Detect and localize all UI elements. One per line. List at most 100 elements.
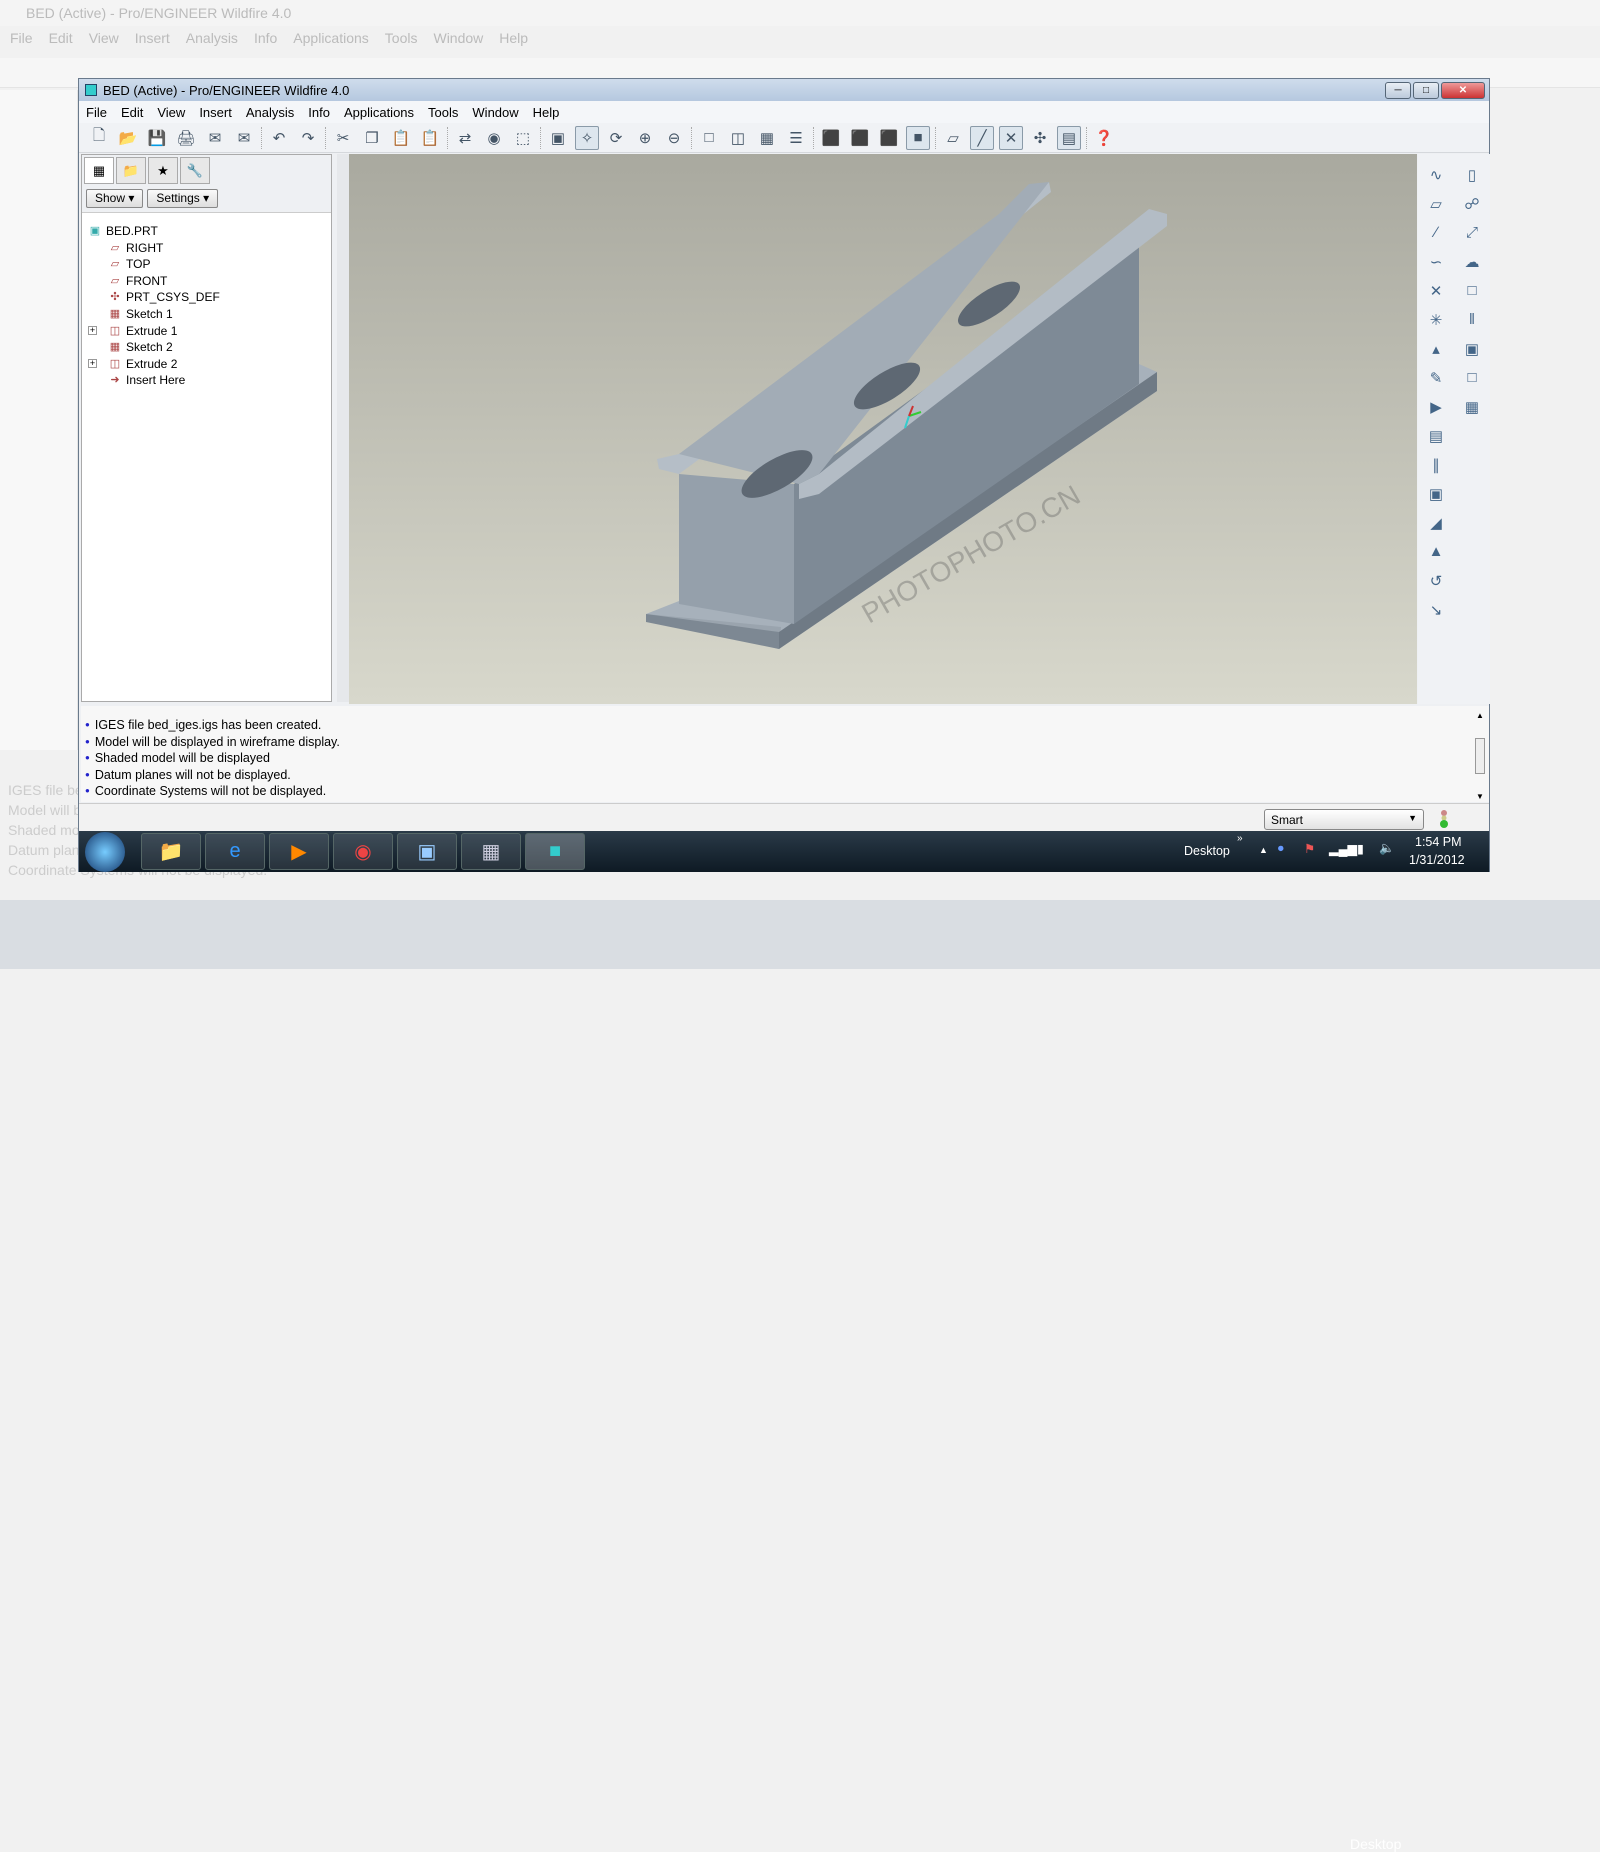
round-icon[interactable]: ↺ xyxy=(1418,566,1454,595)
coord-systems-icon[interactable]: ✣ xyxy=(1028,126,1052,150)
graphics-area[interactable]: PHOTOPHOTO.CN xyxy=(349,154,1417,704)
minimize-button[interactable]: ─ xyxy=(1385,81,1411,99)
show-button[interactable]: Show ▾ xyxy=(86,189,144,208)
annotation-icon[interactable]: ▶ xyxy=(1418,392,1454,421)
merge-icon[interactable]: ▣ xyxy=(1454,334,1490,363)
analysis-icon[interactable]: ✳ xyxy=(1418,305,1454,334)
annotations-icon[interactable]: ▤ xyxy=(1057,125,1081,150)
repaint-icon[interactable]: ▣ xyxy=(546,126,570,150)
media-player-taskbar-button[interactable]: ▶ xyxy=(269,833,329,870)
tree-item-sketch-1[interactable]: ▦ Sketch 1 xyxy=(88,306,331,323)
connections-tab[interactable]: 🔧 xyxy=(180,157,210,184)
trim-icon[interactable]: □ xyxy=(1454,276,1490,305)
tree-item-sketch-2[interactable]: ▦ Sketch 2 xyxy=(88,339,331,356)
tree-item-insert-here[interactable]: ➜ Insert Here xyxy=(88,372,331,389)
tray-expand-icon[interactable]: ▲ xyxy=(1259,845,1268,855)
explorer-taskbar-button[interactable]: 📁 xyxy=(141,833,201,870)
menu-applications[interactable]: Applications xyxy=(344,105,414,120)
chamfer-icon[interactable]: ↘ xyxy=(1418,595,1454,624)
menu-view[interactable]: View xyxy=(157,105,185,120)
email-icon[interactable]: ✉ xyxy=(203,126,227,150)
chrome-taskbar-button[interactable]: ◉ xyxy=(333,833,393,870)
calculator-taskbar-button[interactable]: ▦ xyxy=(461,833,521,870)
csys-icon[interactable]: ✕ xyxy=(1418,276,1454,305)
view-manager-icon[interactable]: ◫ xyxy=(726,126,750,150)
selection-filter-dropdown[interactable]: Smart ▼ xyxy=(1264,809,1424,830)
sketch-icon[interactable]: ▴ xyxy=(1418,334,1454,363)
redo-icon[interactable]: ↷ xyxy=(296,126,320,150)
paste-icon[interactable]: 📋 xyxy=(389,126,413,150)
tray-app-icon[interactable]: ● xyxy=(1277,841,1285,855)
spin-center-icon[interactable]: ✧ xyxy=(575,125,599,150)
tree-item-front[interactable]: ▱ FRONT xyxy=(88,273,331,290)
paste-special-icon[interactable]: 📋 xyxy=(418,126,442,150)
select-box-icon[interactable]: ⬚ xyxy=(511,126,535,150)
menu-edit[interactable]: Edit xyxy=(121,105,143,120)
zoom-out-icon[interactable]: ⊖ xyxy=(662,126,686,150)
open-icon[interactable]: 📂 xyxy=(116,126,140,150)
copy-icon[interactable]: ❐ xyxy=(360,126,384,150)
pattern-icon[interactable]: ▦ xyxy=(1454,392,1490,421)
save-icon[interactable]: 💾 xyxy=(145,126,169,150)
saved-views-icon[interactable]: ▦ xyxy=(755,126,779,150)
folder-browser-tab[interactable]: 📁 xyxy=(116,157,146,184)
blend-icon[interactable]: ▲ xyxy=(1418,537,1454,566)
datum-axis-icon[interactable]: ☍ xyxy=(1454,189,1490,218)
battery-icon[interactable]: ▮ xyxy=(1357,841,1364,856)
menu-analysis[interactable]: Analysis xyxy=(246,105,294,120)
title-bar[interactable]: BED (Active) - Pro/ENGINEER Wildfire 4.0… xyxy=(79,79,1489,101)
ie-taskbar-button[interactable]: e xyxy=(205,833,265,870)
message-scrollbar[interactable]: ▲ ▼ xyxy=(1473,711,1487,801)
menu-help[interactable]: Help xyxy=(533,105,560,120)
menu-insert[interactable]: Insert xyxy=(199,105,232,120)
context-help-icon[interactable]: ❓ xyxy=(1092,126,1116,150)
tree-root[interactable]: ▣ BED.PRT xyxy=(88,223,331,240)
tree-item-extrude-2[interactable]: + ◫ Extrude 2 xyxy=(88,356,331,373)
print-icon[interactable]: 🖨 xyxy=(174,126,198,150)
intersect-icon[interactable]: □ xyxy=(1454,363,1490,392)
shaded-icon[interactable]: ■ xyxy=(906,125,930,150)
find-icon[interactable]: ◉ xyxy=(482,126,506,150)
action-center-icon[interactable]: ⚑ xyxy=(1304,841,1315,856)
undo-icon[interactable]: ↶ xyxy=(267,126,291,150)
tree-item-extrude-1[interactable]: + ◫ Extrude 1 xyxy=(88,323,331,340)
expand-toggle-icon[interactable]: + xyxy=(88,325,97,335)
regenerate-icon[interactable]: ⇄ xyxy=(453,126,477,150)
panel-sash[interactable] xyxy=(337,154,349,702)
sweep-icon[interactable]: ◢ xyxy=(1418,508,1454,537)
datum-plane-icon[interactable]: ▱ xyxy=(1418,189,1454,218)
menu-info[interactable]: Info xyxy=(308,105,330,120)
clock-time[interactable]: 1:54 PM xyxy=(1415,835,1462,849)
menu-window[interactable]: Window xyxy=(472,105,518,120)
datum-curve-icon[interactable]: ∽ xyxy=(1418,247,1454,276)
network-icon[interactable]: ▂▄▆ xyxy=(1329,841,1357,856)
toolbar-expand-icon[interactable]: » xyxy=(1237,833,1243,844)
mirror-icon[interactable]: ‖ xyxy=(1454,305,1490,334)
cut-icon[interactable]: ✂ xyxy=(331,126,355,150)
window-taskbar-button[interactable]: ▣ xyxy=(397,833,457,870)
datum-axes-icon[interactable]: ╱ xyxy=(970,125,994,150)
settings-button[interactable]: Settings ▾ xyxy=(147,189,219,208)
menu-file[interactable]: File xyxy=(86,105,107,120)
style-icon[interactable]: ☁ xyxy=(1454,247,1490,276)
clock-date[interactable]: 1/31/2012 xyxy=(1409,853,1465,867)
datum-axis-icon[interactable]: ∕ xyxy=(1418,218,1454,247)
menu-tools[interactable]: Tools xyxy=(428,105,458,120)
revolve-icon[interactable]: ▣ xyxy=(1418,479,1454,508)
insert-feature-icon[interactable]: ✎ xyxy=(1418,363,1454,392)
desktop-toolbar-label[interactable]: Desktop xyxy=(1184,844,1230,858)
tree-item-top[interactable]: ▱ TOP xyxy=(88,256,331,273)
proe-taskbar-button[interactable]: ■ xyxy=(525,833,585,870)
maximize-button[interactable]: □ xyxy=(1413,81,1439,99)
start-button[interactable] xyxy=(85,832,125,872)
extrude-icon[interactable]: ∥ xyxy=(1418,450,1454,479)
datum-points-icon[interactable]: ✕ xyxy=(999,125,1023,150)
datum-point-icon[interactable]: ▯ xyxy=(1454,160,1490,189)
tree-item-right[interactable]: ▱ RIGHT xyxy=(88,240,331,257)
favorites-tab[interactable]: ★ xyxy=(148,157,178,184)
new-icon[interactable]: 🗋 xyxy=(87,126,111,150)
zoom-in-icon[interactable]: ⊕ xyxy=(633,126,657,150)
draft-icon[interactable]: ⤢ xyxy=(1454,218,1490,247)
hidden-line-icon[interactable]: ⬛ xyxy=(848,126,872,150)
datum-planes-icon[interactable]: ▱ xyxy=(941,126,965,150)
